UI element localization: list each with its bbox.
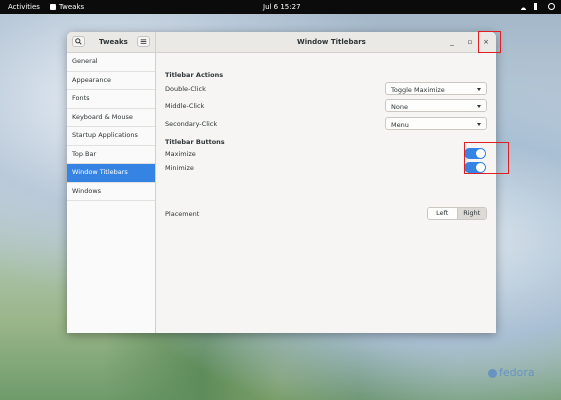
settings-panel: Titlebar Actions Double-Click Toggle Max… bbox=[165, 53, 487, 333]
top-bar: Activities Tweaks Jul 6 15:27 bbox=[0, 0, 561, 14]
double-click-value: Toggle Maximize bbox=[391, 86, 445, 94]
placement-label: Placement bbox=[165, 210, 200, 218]
placement-left-button[interactable]: Left bbox=[428, 208, 457, 219]
fedora-wordmark: fedora bbox=[499, 366, 535, 379]
sidebar-title: Tweaks bbox=[99, 38, 128, 46]
sidebar-item-keyboard-mouse[interactable]: Keyboard & Mouse bbox=[67, 109, 155, 127]
sidebar-item-window-titlebars[interactable]: Window Titlebars bbox=[67, 164, 155, 183]
tweaks-app-icon bbox=[50, 4, 56, 10]
maximize-label: Maximize bbox=[165, 150, 196, 158]
system-tray[interactable] bbox=[520, 3, 555, 10]
fedora-logo: fedora bbox=[488, 366, 535, 379]
search-button[interactable] bbox=[72, 36, 85, 47]
hamburger-menu-button[interactable] bbox=[137, 36, 150, 47]
app-menu-label: Tweaks bbox=[59, 3, 85, 11]
middle-click-label: Middle-Click bbox=[165, 102, 205, 110]
search-icon bbox=[75, 38, 82, 45]
sidebar-item-general[interactable]: General bbox=[67, 53, 155, 72]
network-icon[interactable] bbox=[520, 3, 527, 10]
titlebar-actions-heading: Titlebar Actions bbox=[165, 71, 224, 79]
close-highlight-box bbox=[478, 31, 501, 53]
chevron-down-icon bbox=[477, 123, 481, 126]
placement-toggle: Left Right bbox=[427, 207, 487, 220]
power-icon[interactable] bbox=[548, 3, 555, 10]
sidebar: General Appearance Fonts Keyboard & Mous… bbox=[67, 53, 156, 333]
double-click-dropdown[interactable]: Toggle Maximize bbox=[385, 82, 487, 95]
middle-click-dropdown[interactable]: None bbox=[385, 99, 487, 112]
activities-button[interactable]: Activities bbox=[8, 3, 40, 11]
secondary-click-value: Menu bbox=[391, 121, 409, 129]
switches-highlight-box bbox=[464, 142, 509, 174]
double-click-label: Double-Click bbox=[165, 85, 206, 93]
menu-icon bbox=[140, 39, 147, 44]
sidebar-item-fonts[interactable]: Fonts bbox=[67, 90, 155, 109]
chevron-down-icon bbox=[477, 105, 481, 108]
volume-icon[interactable] bbox=[534, 3, 541, 10]
window-title: Window Titlebars bbox=[297, 38, 366, 46]
header-bar: Tweaks Window Titlebars _ ▫ × bbox=[67, 32, 496, 53]
sidebar-item-appearance[interactable]: Appearance bbox=[67, 72, 155, 90]
placement-right-button[interactable]: Right bbox=[456, 208, 486, 219]
minimize-label: Minimize bbox=[165, 164, 194, 172]
maximize-button[interactable]: ▫ bbox=[463, 35, 477, 49]
tweaks-window: Tweaks Window Titlebars _ ▫ × General Ap… bbox=[67, 32, 496, 333]
header-left-pane: Tweaks bbox=[67, 32, 156, 52]
sidebar-item-top-bar[interactable]: Top Bar bbox=[67, 146, 155, 164]
app-menu[interactable]: Tweaks bbox=[50, 3, 84, 11]
titlebar-buttons-heading: Titlebar Buttons bbox=[165, 138, 225, 146]
middle-click-value: None bbox=[391, 103, 408, 111]
sidebar-item-windows[interactable]: Windows bbox=[67, 183, 155, 201]
clock[interactable]: Jul 6 15:27 bbox=[263, 3, 301, 11]
secondary-click-label: Secondary-Click bbox=[165, 120, 218, 128]
minimize-button[interactable]: _ bbox=[445, 35, 459, 49]
secondary-click-dropdown[interactable]: Menu bbox=[385, 117, 487, 130]
fedora-icon bbox=[488, 368, 497, 378]
sidebar-item-startup-applications[interactable]: Startup Applications bbox=[67, 127, 155, 146]
chevron-down-icon bbox=[477, 88, 481, 91]
